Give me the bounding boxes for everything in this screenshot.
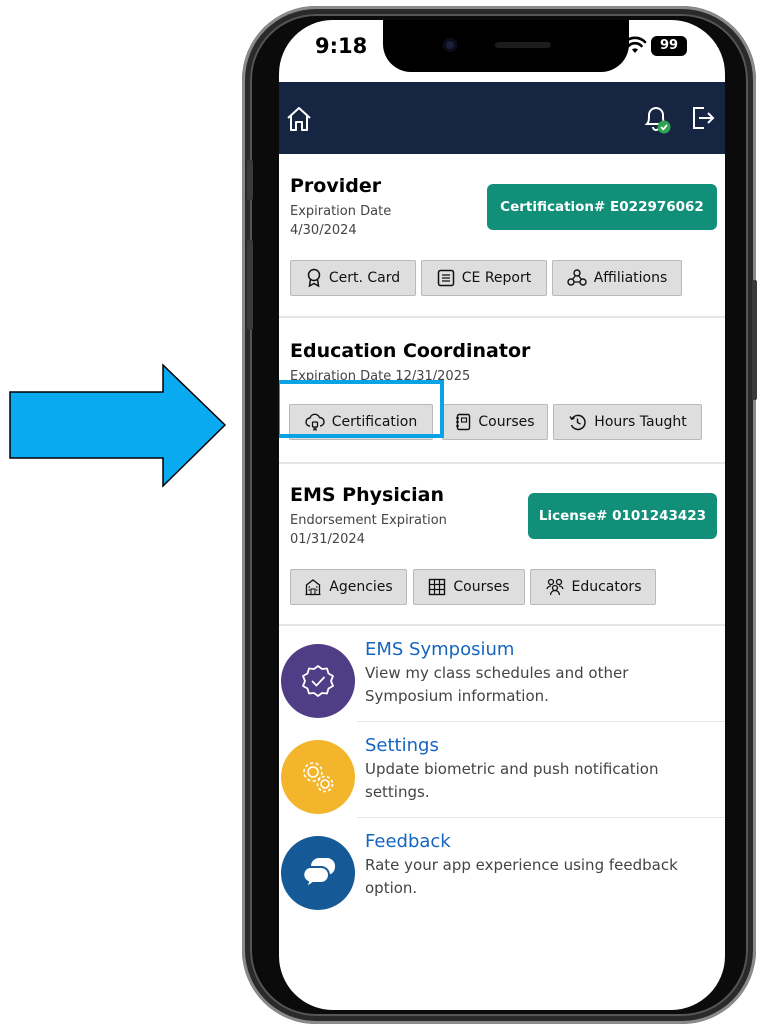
menu-description: Update biometric and push notification s… xyxy=(365,760,659,801)
history-clock-icon xyxy=(569,414,587,430)
license-number-badge[interactable]: License# 0101243423 xyxy=(528,493,717,539)
menu-item-feedback[interactable]: Feedback Rate your app experience using … xyxy=(279,830,725,924)
status-bar: 9:18 99 xyxy=(279,20,725,80)
list-document-icon xyxy=(437,269,454,287)
feedback-circle xyxy=(281,836,355,910)
ce-report-label: CE Report xyxy=(461,270,532,286)
gears-icon xyxy=(303,762,334,793)
symposium-circle xyxy=(281,644,355,718)
agencies-button[interactable]: Agencies xyxy=(290,569,407,605)
volume-button xyxy=(247,240,253,330)
row-divider xyxy=(357,817,725,818)
badge-check-icon xyxy=(302,665,334,697)
physician-expiration-date: 01/31/2024 xyxy=(290,532,365,547)
power-button xyxy=(752,280,757,400)
highlight-box xyxy=(279,380,444,438)
home-icon[interactable] xyxy=(285,105,313,133)
building-icon xyxy=(305,579,321,596)
section-divider xyxy=(279,316,725,318)
agencies-label: Agencies xyxy=(329,579,393,595)
hours-taught-button[interactable]: Hours Taught xyxy=(553,404,702,440)
education-courses-label: Courses xyxy=(478,414,535,430)
educators-label: Educators xyxy=(571,579,642,595)
physician-courses-label: Courses xyxy=(453,579,510,595)
cert-card-button[interactable]: Cert. Card xyxy=(290,260,416,296)
row-divider xyxy=(357,721,725,722)
ribbon-icon xyxy=(307,268,321,288)
logout-icon[interactable] xyxy=(689,104,717,132)
menu-title[interactable]: Settings xyxy=(365,735,439,756)
affiliations-button[interactable]: Affiliations xyxy=(552,260,682,296)
educators-button[interactable]: Educators xyxy=(530,569,656,605)
battery-indicator: 99 xyxy=(651,36,687,56)
phone-screen: 9:18 99 Provider Expiration Date 4/30/20… xyxy=(279,20,725,1010)
people-group-icon xyxy=(545,578,564,596)
menu-description: View my class schedules and other Sympos… xyxy=(365,664,629,705)
provider-expiration-date: 4/30/2024 xyxy=(290,223,357,238)
menu-item-ems-symposium[interactable]: EMS Symposium View my class schedules an… xyxy=(279,638,725,732)
certification-number-badge[interactable]: Certification# E022976062 xyxy=(487,184,717,230)
hours-taught-label: Hours Taught xyxy=(594,414,687,430)
section-divider xyxy=(279,624,725,626)
provider-title: Provider xyxy=(290,175,382,197)
physician-courses-button[interactable]: Courses xyxy=(413,569,525,605)
grid-table-icon xyxy=(429,578,446,596)
education-courses-button[interactable]: Courses xyxy=(442,404,548,440)
top-navbar xyxy=(279,82,725,154)
affiliations-label: Affiliations xyxy=(593,270,668,286)
section-divider xyxy=(279,462,725,464)
menu-description: Rate your app experience using feedback … xyxy=(365,856,678,897)
affiliations-network-icon xyxy=(567,269,587,286)
notebook-icon xyxy=(456,413,471,431)
menu-title[interactable]: Feedback xyxy=(365,831,451,852)
wifi-icon xyxy=(623,36,647,53)
notification-bell-icon[interactable] xyxy=(639,102,673,136)
chat-bubbles-icon xyxy=(302,858,335,891)
mute-switch xyxy=(247,160,253,200)
menu-title[interactable]: EMS Symposium xyxy=(365,639,514,660)
ce-report-button[interactable]: CE Report xyxy=(421,260,547,296)
settings-circle xyxy=(281,740,355,814)
menu-item-settings[interactable]: Settings Update biometric and push notif… xyxy=(279,734,725,828)
notch xyxy=(383,20,629,72)
education-coordinator-title: Education Coordinator xyxy=(290,340,531,362)
cert-card-label: Cert. Card xyxy=(328,270,401,286)
ems-physician-title: EMS Physician xyxy=(290,484,444,506)
status-time: 9:18 xyxy=(315,34,368,58)
provider-expiration-label: Expiration Date xyxy=(290,204,392,219)
physician-expiration-label: Endorsement Expiration xyxy=(290,513,447,528)
